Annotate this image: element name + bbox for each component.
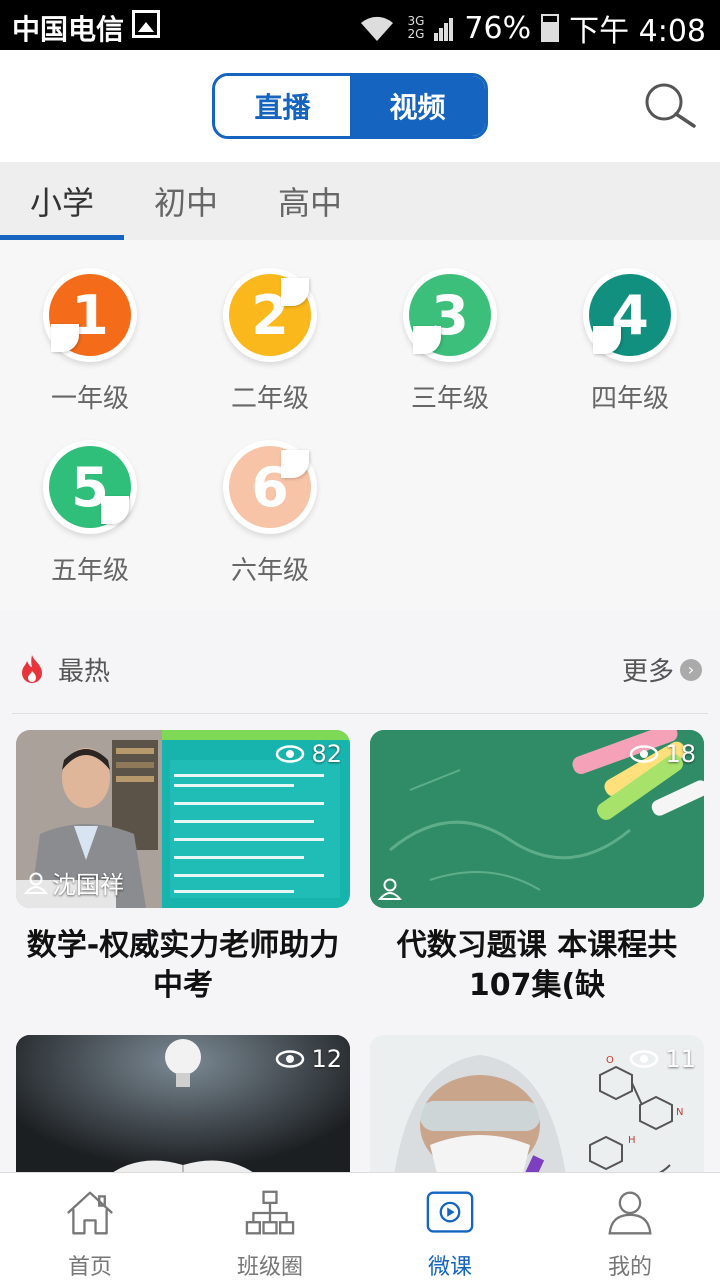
carrier-name: 中国电信 xyxy=(12,13,125,46)
home-icon xyxy=(67,1191,113,1235)
video-card[interactable]: 18 代数习题课 本课程共107集(缺 xyxy=(370,730,704,1006)
user-icon xyxy=(378,878,402,900)
tab-mine[interactable]: 我的 xyxy=(540,1173,720,1281)
hot-section: 最热 更多 › 82 沈国祥 数学-权威实力老师助力中考 18 代数习题课 本课… xyxy=(0,625,720,1213)
grade-item-6[interactable]: 6 六年级 xyxy=(180,446,360,587)
tab-home[interactable]: 首页 xyxy=(0,1173,180,1281)
grade-label: 六年级 xyxy=(230,556,309,586)
svg-text:O: O xyxy=(606,1055,614,1066)
video-thumbnail: 18 xyxy=(370,730,704,908)
eye-icon xyxy=(276,745,305,763)
hot-header: 最热 更多 › xyxy=(12,625,708,714)
grade-label: 二年级 xyxy=(230,384,309,414)
view-count: 11 xyxy=(629,1045,696,1073)
chevron-right-icon: › xyxy=(680,658,702,681)
grade-item-5[interactable]: 5 五年级 xyxy=(0,446,180,587)
grade-label: 一年级 xyxy=(50,384,129,414)
grade-5-badge-icon: 5 xyxy=(49,446,131,528)
view-count: 82 xyxy=(275,740,342,768)
wifi-icon xyxy=(361,16,394,41)
clock: 下午 4:08 xyxy=(569,14,706,49)
tab-primary[interactable]: 小学 xyxy=(0,162,124,240)
tab-junior[interactable]: 初中 xyxy=(124,162,248,240)
grade-item-1[interactable]: 1 一年级 xyxy=(0,274,180,415)
image-notification-icon xyxy=(132,10,160,38)
svg-text:H: H xyxy=(628,1135,636,1146)
battery-icon xyxy=(541,14,560,42)
status-bar: 中国电信 3G 2G 76% 下午 4:08 xyxy=(0,0,720,50)
tab-senior[interactable]: 高中 xyxy=(248,162,372,240)
svg-text:N: N xyxy=(676,1107,683,1118)
user-profile-icon xyxy=(608,1191,652,1235)
bottom-tab-bar: 首页 班级圈 微课 我的 xyxy=(0,1172,720,1281)
network-indicator: 3G 2G xyxy=(407,14,425,41)
hot-title: 最热 xyxy=(58,657,111,687)
user-icon xyxy=(24,872,48,894)
eye-icon xyxy=(276,1050,305,1068)
signal-icon xyxy=(434,18,454,41)
search-icon[interactable] xyxy=(640,80,700,130)
grade-1-badge-icon: 1 xyxy=(49,274,131,356)
grade-item-3[interactable]: 3 三年级 xyxy=(360,274,540,415)
grade-6-badge-icon: 6 xyxy=(229,446,311,528)
more-link[interactable]: 更多 › xyxy=(622,651,702,688)
grade-label: 三年级 xyxy=(410,384,489,414)
author-tag: 沈国祥 xyxy=(24,865,124,900)
segment-live[interactable]: 直播 xyxy=(215,76,350,136)
play-video-icon xyxy=(426,1191,474,1233)
author-tag xyxy=(378,878,406,900)
org-chart-icon xyxy=(245,1190,295,1235)
view-count: 12 xyxy=(275,1045,342,1073)
tab-class-circle[interactable]: 班级圈 xyxy=(180,1173,360,1281)
eye-icon xyxy=(630,1050,659,1068)
live-video-switch: 直播 视频 xyxy=(212,73,488,139)
eye-icon xyxy=(630,745,659,763)
battery-percent: 76% xyxy=(464,10,532,46)
fire-icon xyxy=(22,655,42,683)
grade-3-badge-icon: 3 xyxy=(409,274,491,356)
segment-video[interactable]: 视频 xyxy=(350,76,485,136)
top-bar: 直播 视频 xyxy=(0,50,720,162)
video-title: 代数习题课 本课程共107集(缺 xyxy=(396,928,678,1003)
grade-grid: 1 一年级 2 二年级 3 三年级 4 四年级 5 五年级 6 六年级 xyxy=(0,240,720,610)
tab-micro-course[interactable]: 微课 xyxy=(360,1173,540,1281)
school-level-tabs: 小学 初中 高中 xyxy=(0,162,720,240)
grade-label: 四年级 xyxy=(590,384,669,414)
grade-4-badge-icon: 4 xyxy=(589,274,671,356)
grade-item-2[interactable]: 2 二年级 xyxy=(180,274,360,415)
grade-2-badge-icon: 2 xyxy=(229,274,311,356)
view-count: 18 xyxy=(629,740,696,768)
grade-item-4[interactable]: 4 四年级 xyxy=(540,274,720,415)
video-title: 数学-权威实力老师助力中考 xyxy=(26,928,340,1003)
grade-label: 五年级 xyxy=(50,556,129,586)
video-thumbnail: 82 沈国祥 xyxy=(16,730,350,908)
video-card[interactable]: 82 沈国祥 数学-权威实力老师助力中考 xyxy=(16,730,350,1006)
